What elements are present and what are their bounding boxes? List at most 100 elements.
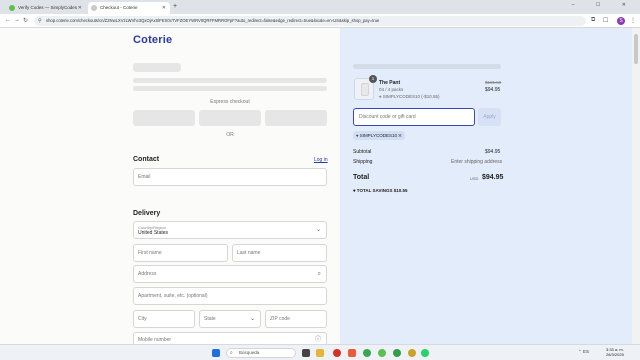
applied-discount-chip: ⌖ SIMPLYCODES10 ✕ [353, 131, 405, 140]
first-name-field[interactable]: First name [133, 244, 228, 262]
savings-label: TOTAL SAVINGS [356, 188, 393, 193]
close-tab-icon[interactable]: ✕ [162, 2, 166, 14]
simplycodes-favicon-icon [9, 5, 15, 11]
scrollbar-thumb[interactable] [634, 34, 638, 64]
whatsapp-icon[interactable] [421, 349, 429, 357]
express-pay-button[interactable] [199, 110, 261, 126]
window-controls[interactable]: – ☐ ✕ [572, 2, 636, 8]
tab-checkout[interactable]: Checkout - Coterie ✕ [88, 2, 170, 14]
extensions-icon[interactable]: ⧉ [591, 17, 595, 24]
close-tab-icon[interactable]: ✕ [78, 2, 82, 14]
taskbar-search[interactable]: ⌕ Búsqueda [226, 348, 296, 358]
tab-title: Checkout - Coterie [100, 5, 138, 10]
zip-placeholder: ZIP code [270, 316, 290, 322]
url-field[interactable]: ⚲ shop.coterie.com/checkouts/cn/Z2NwLXVz… [34, 16, 586, 26]
task-view-icon[interactable] [302, 349, 310, 357]
subtotal-value: $94.95 [485, 149, 501, 155]
start-icon[interactable] [212, 349, 220, 357]
phone-placeholder: Mobile number [138, 337, 172, 343]
express-pay-button[interactable] [265, 110, 327, 126]
city-placeholder: City [138, 316, 147, 322]
total-label: Total [353, 174, 370, 181]
menu-icon[interactable]: ⋮ [630, 17, 636, 24]
country-value: United States [138, 230, 169, 236]
discount-code-input[interactable]: Discount code or gift card [353, 108, 475, 126]
express-checkout-label: Express checkout [210, 99, 250, 105]
last-name-placeholder: Last name [237, 250, 261, 256]
back-icon[interactable]: ← [5, 17, 11, 23]
app-icon[interactable] [348, 349, 356, 357]
loading-placeholder [133, 86, 327, 91]
taskbar-search-text: Búsqueda [239, 350, 260, 355]
last-name-field[interactable]: Last name [232, 244, 327, 262]
browser-tab-bar: Verify Codes — SimplyCodes ✕ Checkout - … [0, 0, 640, 14]
chrome-icon[interactable] [333, 349, 341, 357]
address-placeholder: Address [138, 271, 157, 277]
brand-logo[interactable]: Coterie [133, 34, 172, 46]
quantity-badge: 1 [369, 75, 377, 83]
loading-placeholder [353, 64, 501, 69]
search-icon: ⌕ [230, 350, 233, 356]
loading-placeholder [133, 63, 181, 72]
downloads-icon[interactable]: ☐ [603, 17, 608, 24]
language-indicator[interactable]: ES [583, 349, 589, 354]
savings-value: $10.55 [393, 188, 408, 193]
forward-icon[interactable]: → [14, 17, 20, 23]
chrome-profile-icon[interactable] [408, 349, 416, 357]
chevron-down-icon: ⌄ [249, 316, 255, 322]
product-discount-text: SIMPLYCODES10 (-$10.55) [382, 94, 440, 99]
remove-code-icon[interactable]: ✕ [398, 133, 401, 138]
state-placeholder: State [204, 316, 216, 322]
loading-placeholder [133, 78, 327, 83]
file-explorer-icon[interactable] [316, 349, 324, 357]
product-variant: 04 / 4 packs [379, 87, 404, 92]
product-name: The Pant [379, 80, 401, 86]
pant-image [361, 83, 369, 96]
apartment-placeholder: Apartment, suite, etc. (optional) [138, 293, 208, 299]
phone-field[interactable]: Mobile number ⓘ [133, 332, 327, 344]
url-text: shop.coterie.com/checkouts/cn/Z2NwLXVzLW… [46, 18, 380, 23]
os-taskbar: ⌕ Búsqueda ⌃ ES 3:33 a. m. 28/3/2025 [0, 344, 640, 360]
total-value: $94.95 [482, 174, 504, 181]
clock-date: 28/3/2025 [606, 352, 624, 357]
chevron-down-icon: ⌄ [315, 227, 321, 233]
zip-field[interactable]: ZIP code [265, 310, 327, 328]
page-scrollbar[interactable] [632, 28, 640, 344]
express-pay-button[interactable] [133, 110, 195, 126]
email-placeholder: Email [138, 174, 151, 180]
tab-verify-codes[interactable]: Verify Codes — SimplyCodes ✕ [6, 2, 86, 14]
order-summary-panel [340, 28, 632, 344]
currency-code: USD [470, 176, 479, 181]
shipping-value: Enter shipping address [451, 159, 503, 165]
coterie-favicon-icon [91, 5, 97, 11]
subtotal-label: Subtotal [353, 149, 372, 155]
contact-heading: Contact [133, 156, 160, 163]
state-select[interactable]: State ⌄ [199, 310, 261, 328]
tab-title: Verify Codes — SimplyCodes [18, 5, 78, 10]
first-name-placeholder: First name [138, 250, 162, 256]
item-price: $94.95 [485, 87, 501, 93]
chrome-profile-icon[interactable] [393, 349, 401, 357]
email-field[interactable]: Email [133, 168, 327, 186]
delivery-heading: Delivery [133, 210, 161, 217]
login-link[interactable]: Log in [314, 157, 328, 163]
product-discount-line: ⌖ SIMPLYCODES10 (-$10.55) [379, 94, 440, 99]
city-field[interactable]: City [133, 310, 195, 328]
system-tray[interactable]: ⌃ ES [578, 349, 589, 355]
reload-icon[interactable]: ↻ [23, 17, 28, 24]
profile-avatar[interactable]: S [617, 17, 625, 25]
discount-code-text: SIMPLYCODES10 [359, 133, 397, 138]
country-select[interactable]: Country/Region United States ⌄ [133, 221, 327, 239]
apartment-field[interactable]: Apartment, suite, etc. (optional) [133, 287, 327, 305]
site-info-icon[interactable]: ⚲ [38, 16, 42, 26]
address-bar-row: ← → ↻ ⚲ shop.coterie.com/checkouts/cn/Z2… [0, 14, 640, 28]
total-savings: ⌖ TOTAL SAVINGS $10.55 [353, 188, 408, 193]
original-price: $105.50 [485, 80, 502, 85]
clock[interactable]: 3:33 a. m. 28/3/2025 [606, 347, 624, 357]
search-icon: ⌕ [317, 271, 321, 277]
address-field[interactable]: Address ⌕ [133, 265, 327, 283]
chrome-profile-icon[interactable] [378, 349, 386, 357]
new-tab-button[interactable]: + [173, 2, 177, 12]
apply-button[interactable]: Apply [478, 108, 501, 126]
chrome-profile-icon[interactable] [363, 349, 371, 357]
